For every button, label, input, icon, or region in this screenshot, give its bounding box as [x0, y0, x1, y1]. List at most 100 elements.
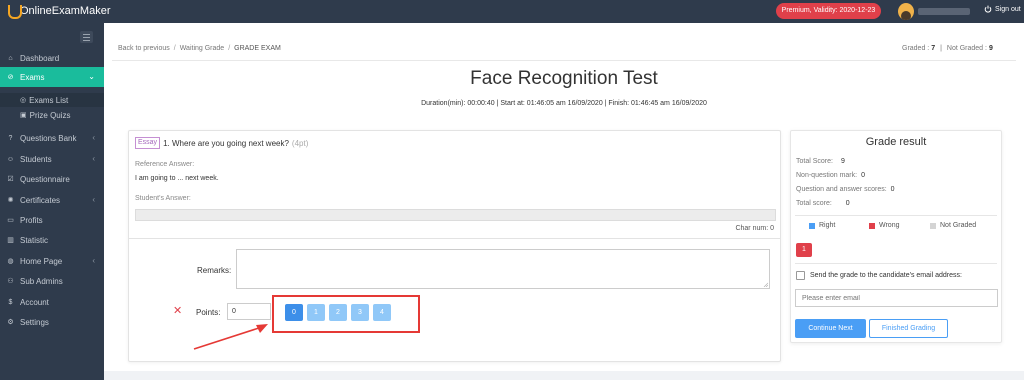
card-icon: ▭ [7, 217, 14, 224]
continue-next-button[interactable]: Continue Next [795, 319, 866, 338]
signout-label: Sign out [995, 5, 1021, 13]
menu-toggle-icon[interactable] [80, 31, 93, 43]
legend-swatch [869, 222, 875, 229]
total-score-row: Total Score: 9 [796, 158, 845, 165]
gear-icon: ⚙ [7, 319, 14, 326]
question-points: (4pt) [291, 138, 309, 148]
question-divider [129, 238, 780, 239]
resize-handle-icon[interactable] [763, 282, 768, 287]
sidebar-item-label: Students [20, 154, 52, 164]
page-title: Face Recognition Test [470, 68, 658, 89]
not-graded-label: Not Graded : [946, 45, 987, 52]
bar-chart-icon: ▥ [7, 237, 14, 244]
remarks-textarea[interactable] [236, 249, 770, 289]
question-number-button[interactable]: 1 [796, 243, 812, 257]
qa-scores-value: 0 [890, 186, 895, 193]
grade-result-title: Grade result [865, 136, 927, 148]
signout-link[interactable]: Sign out [984, 5, 1021, 13]
breadcrumb-waiting-grade-link[interactable]: Waiting Grade [180, 45, 224, 52]
total-score-value: 9 [840, 158, 845, 165]
wrong-mark-icon: ✕ [173, 305, 183, 317]
breadcrumb-back-link[interactable]: Back to previous [118, 45, 170, 52]
student-answer-box [135, 209, 776, 221]
points-input[interactable]: 0 [227, 303, 271, 320]
chevron-left-icon: ‹ [92, 195, 95, 204]
sidebar-item-dashboard[interactable]: ⌂ Dashboard [0, 48, 104, 68]
send-email-checkbox[interactable] [796, 271, 805, 280]
total-score-label: Total Score: [796, 158, 833, 165]
dollar-icon: $ [8, 298, 13, 306]
reference-answer-label: Reference Answer: [135, 161, 195, 168]
sidebar-item-exams[interactable]: ⊘ Exams ⌄ [0, 67, 104, 87]
globe-icon: ◍ [7, 258, 14, 265]
chevron-left-icon: ‹ [92, 133, 95, 142]
question-icon: ? [8, 134, 13, 142]
power-icon [984, 5, 992, 13]
username-redacted [918, 8, 970, 15]
question-header: Essay 1. Where are you going next week? … [135, 137, 308, 149]
app-logo[interactable]: OnlineExamMaker [8, 3, 110, 19]
grade-result-panel: Grade result Total Score: 9 Non-question … [790, 130, 1002, 343]
char-num: Char num: 0 [735, 225, 774, 232]
legend-label: Not Graded [940, 222, 977, 229]
email-input[interactable] [795, 289, 998, 307]
remarks-label: Remarks: [197, 266, 232, 275]
legend-swatch [930, 222, 936, 229]
grade-divider [795, 263, 997, 264]
total-value: 0 [845, 200, 850, 207]
non-question-row: Non-question mark: 0 [796, 172, 865, 179]
avatar[interactable] [898, 3, 914, 20]
send-email-label: Send the grade to the candidate's email … [810, 272, 962, 279]
graded-stats: Graded :7 | Not Graded :9 [902, 45, 993, 52]
sidebar-item-questionnaire[interactable]: ☑ Questionnaire [0, 169, 104, 189]
breadcrumb-current: GRADE EXAM [234, 45, 281, 52]
sidebar-item-label: Home Page [20, 256, 63, 266]
sidebar-item-account[interactable]: $ Account [0, 292, 104, 312]
sidebar-item-label: Statistic [20, 235, 49, 245]
points-label: Points: [196, 308, 221, 317]
sidebar-item-certificates[interactable]: ✺ Certificates ‹ [0, 190, 104, 210]
legend-label: Right [819, 222, 836, 229]
qa-scores-label: Question and answer scores: [796, 186, 887, 193]
users-icon: ⚇ [7, 278, 14, 285]
sidebar-item-statistic[interactable]: ▥ Statistic [0, 230, 104, 250]
sidebar-subitem-exams-list[interactable]: ◎ Exams List [0, 93, 104, 107]
legend-swatch [809, 222, 815, 229]
breadcrumb-separator: / [173, 45, 176, 52]
sidebar-item-label: Questionnaire [20, 174, 70, 184]
finished-grading-button[interactable]: Finished Grading [869, 319, 948, 338]
sidebar-item-students[interactable]: ☺ Students ‹ [0, 149, 104, 169]
annotation-arrow-icon [193, 324, 268, 350]
chevron-left-icon: ‹ [92, 154, 95, 163]
legend-not-graded: Not Graded [930, 222, 976, 229]
header-divider [112, 60, 1016, 61]
user-icon: ☺ [6, 155, 15, 163]
graded-value: 7 [931, 45, 936, 52]
sidebar-item-questions-bank[interactable]: ? Questions Bank ‹ [0, 128, 104, 148]
logo-text: OnlineExamMaker [20, 5, 111, 17]
check-circle-icon: ◎ [20, 97, 27, 104]
student-answer-label: Student's Answer: [135, 195, 191, 202]
not-graded-value: 9 [988, 45, 993, 52]
question-text: 1. Where are you going next week? [163, 138, 289, 148]
question-type-tag: Essay [135, 137, 161, 149]
sidebar-item-label: Account [20, 297, 49, 307]
sidebar-item-label: Profits [20, 215, 43, 225]
sidebar-item-settings[interactable]: ⚙ Settings [0, 312, 104, 332]
sidebar-item-sub-admins[interactable]: ⚇ Sub Admins [0, 271, 104, 291]
total-label: Total score: [796, 200, 832, 207]
sidebar-subitem-label: Exams List [29, 95, 69, 105]
sidebar-subitem-prize-quizs[interactable]: ▣ Prize Quizs [0, 108, 104, 122]
total-row: Total score: 0 [796, 200, 850, 207]
checkbox-icon: ☑ [7, 176, 14, 183]
graded-label: Graded : [902, 45, 930, 52]
sidebar-item-home-page[interactable]: ◍ Home Page ‹ [0, 251, 104, 271]
chevron-left-icon: ‹ [92, 256, 95, 265]
sidebar-item-label: Exams [20, 72, 45, 82]
premium-badge[interactable]: Premium, Validity: 2020-12-23 [776, 3, 881, 19]
legend-label: Wrong [879, 222, 900, 229]
sidebar-subitem-label: Prize Quizs [29, 110, 71, 120]
sidebar-item-label: Certificates [20, 195, 61, 205]
annotation-highlight-box [272, 295, 420, 333]
sidebar-item-profits[interactable]: ▭ Profits [0, 210, 104, 230]
